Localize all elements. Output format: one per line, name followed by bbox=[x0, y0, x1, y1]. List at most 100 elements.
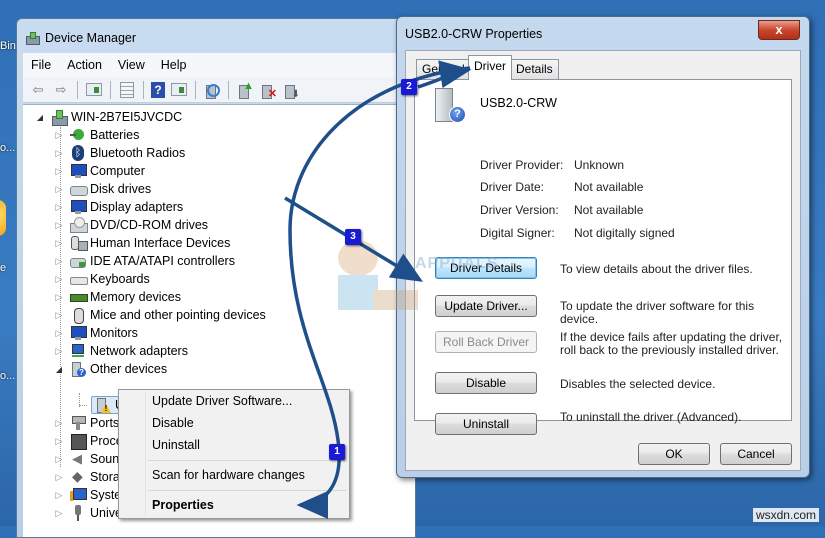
tree-category-label: Keyboards bbox=[90, 272, 150, 286]
tree-category[interactable]: ▷ Batteries bbox=[54, 126, 140, 144]
ok-button[interactable]: OK bbox=[638, 443, 710, 465]
tree-root[interactable]: ◢ WIN-2B7EI5JVCDC bbox=[35, 108, 182, 126]
expand-icon[interactable]: ▷ bbox=[54, 184, 64, 195]
desktop-icon-label[interactable]: o... bbox=[0, 370, 15, 382]
sound-icon bbox=[70, 451, 86, 467]
menu-item-disable[interactable]: Disable bbox=[152, 416, 194, 430]
tree-connector bbox=[79, 404, 87, 406]
disable-device-icon[interactable] bbox=[259, 81, 277, 100]
menu-item-update-driver-software[interactable]: Update Driver Software... bbox=[152, 394, 292, 408]
tree-category[interactable]: ◢ Other devices bbox=[54, 360, 167, 378]
monitor-icon bbox=[70, 325, 87, 341]
system-devices-icon bbox=[70, 487, 87, 503]
menu-item-properties[interactable]: Properties bbox=[152, 498, 214, 512]
tree-category[interactable]: ▷ Network adapters bbox=[54, 342, 188, 360]
expand-icon[interactable]: ▷ bbox=[54, 436, 64, 447]
cancel-button[interactable]: Cancel bbox=[720, 443, 792, 465]
toolbar-separator bbox=[143, 80, 144, 99]
tab-driver[interactable]: Driver bbox=[468, 55, 512, 80]
expand-icon[interactable]: ▷ bbox=[54, 292, 64, 303]
expand-icon[interactable]: ▷ bbox=[54, 328, 64, 339]
properties-dialog: USB2.0-CRW Properties x General Driver D… bbox=[396, 16, 810, 478]
window-title: Device Manager bbox=[25, 31, 136, 45]
expand-icon[interactable]: ▷ bbox=[54, 256, 64, 267]
tree-category[interactable]: ▷ Unive bbox=[54, 504, 122, 522]
field-value: Not digitally signed bbox=[574, 226, 675, 240]
tree-category-label: Human Interface Devices bbox=[90, 236, 231, 250]
disable-button[interactable]: Disable bbox=[435, 372, 537, 394]
step-badge-3: 3 bbox=[345, 229, 361, 245]
field-value: Not available bbox=[574, 203, 644, 217]
menu-item-uninstall[interactable]: Uninstall bbox=[152, 438, 200, 452]
memory-icon bbox=[70, 289, 88, 305]
tab-general[interactable]: General bbox=[416, 59, 471, 79]
show-action-pane-icon[interactable] bbox=[170, 81, 188, 99]
tree-category[interactable]: ▷ Memory devices bbox=[54, 288, 181, 306]
scan-hardware-icon[interactable] bbox=[203, 81, 221, 99]
tree-category-label: Network adapters bbox=[90, 344, 188, 358]
collapse-icon[interactable]: ◢ bbox=[54, 365, 64, 374]
tree-category[interactable]: ▷ Keyboards bbox=[54, 270, 150, 288]
tree-category[interactable]: ▷Storag bbox=[54, 468, 127, 486]
expand-icon[interactable]: ▷ bbox=[54, 454, 64, 465]
properties-icon[interactable] bbox=[118, 81, 136, 99]
desktop-icon-label[interactable]: e bbox=[0, 262, 6, 274]
uninstall-device-icon[interactable] bbox=[282, 81, 300, 100]
back-arrow-icon[interactable]: ⇦ bbox=[29, 81, 47, 99]
device-name: USB2.0-CRW bbox=[480, 96, 557, 110]
forward-arrow-icon[interactable]: ⇨ bbox=[52, 81, 70, 99]
ide-controller-icon bbox=[70, 253, 86, 269]
expand-icon[interactable]: ▷ bbox=[54, 148, 64, 159]
tree-category[interactable]: ▷ Display adapters bbox=[54, 198, 183, 216]
update-driver-button[interactable]: Update Driver... bbox=[435, 295, 537, 317]
tree-category[interactable]: ▷ Disk drives bbox=[54, 180, 151, 198]
tree-category[interactable]: ▷ Monitors bbox=[54, 324, 138, 342]
menu-view[interactable]: View bbox=[118, 58, 145, 72]
tree-category[interactable]: ▷ IDE ATA/ATAPI controllers bbox=[54, 252, 235, 270]
expand-icon[interactable]: ▷ bbox=[54, 346, 64, 357]
menu-item-scan-hardware[interactable]: Scan for hardware changes bbox=[152, 468, 305, 482]
expand-icon[interactable]: ▷ bbox=[54, 508, 64, 519]
tree-category[interactable]: ▷ Mice and other pointing devices bbox=[54, 306, 266, 324]
help-icon[interactable]: ? bbox=[151, 81, 165, 98]
uninstall-button[interactable]: Uninstall bbox=[435, 413, 537, 435]
tree-category[interactable]: ▷ Computer bbox=[54, 162, 145, 180]
desktop-icon-label[interactable]: Bin bbox=[0, 40, 16, 52]
expand-icon[interactable]: ▷ bbox=[54, 166, 64, 177]
expand-icon[interactable]: ▷ bbox=[54, 472, 64, 483]
tree-category[interactable]: ▷ Human Interface Devices bbox=[54, 234, 230, 252]
expand-icon[interactable]: ▷ bbox=[54, 418, 64, 429]
tree-category[interactable]: ▷ DVD/CD-ROM drives bbox=[54, 216, 208, 234]
show-hide-console-tree-icon[interactable] bbox=[85, 81, 103, 99]
expand-icon[interactable]: ▷ bbox=[54, 220, 64, 231]
tree-category[interactable]: ▷Sound bbox=[54, 450, 127, 468]
expand-icon[interactable]: ▷ bbox=[54, 274, 64, 285]
expand-icon[interactable]: ▷ bbox=[54, 130, 64, 141]
roll-back-driver-button[interactable]: Roll Back Driver bbox=[435, 331, 537, 353]
desktop-app-icon[interactable] bbox=[0, 200, 6, 236]
expand-icon[interactable]: ▷ bbox=[54, 310, 64, 321]
desktop-icon-label[interactable]: o... bbox=[0, 142, 15, 154]
button-description: To update the driver software for this d… bbox=[560, 299, 755, 326]
computer-root-icon bbox=[51, 109, 68, 126]
expand-icon[interactable]: ▷ bbox=[54, 238, 64, 249]
tree-category-label: Batteries bbox=[90, 128, 140, 142]
expand-icon[interactable]: ▷ bbox=[54, 490, 64, 501]
update-driver-icon[interactable] bbox=[236, 80, 254, 99]
step-badge-1: 1 bbox=[329, 444, 345, 460]
close-icon: x bbox=[775, 22, 783, 37]
unknown-device-icon bbox=[433, 88, 466, 124]
close-button[interactable]: x bbox=[758, 20, 800, 40]
tree-category-label: Mice and other pointing devices bbox=[90, 308, 266, 322]
tree-category[interactable]: ▷ Syster bbox=[54, 486, 125, 504]
tree-category[interactable]: ▷ Bluetooth Radios bbox=[54, 144, 185, 162]
menu-action[interactable]: Action bbox=[67, 58, 102, 72]
tree-category[interactable]: ▷ Ports bbox=[54, 414, 119, 432]
tab-details[interactable]: Details bbox=[510, 59, 559, 79]
collapse-icon[interactable]: ◢ bbox=[35, 113, 45, 122]
expand-icon[interactable]: ▷ bbox=[54, 202, 64, 213]
menu-file[interactable]: File bbox=[31, 58, 51, 72]
unknown-device-icon bbox=[70, 361, 86, 377]
menu-help[interactable]: Help bbox=[161, 58, 187, 72]
tree-category[interactable]: ▷ Proce bbox=[54, 432, 123, 450]
